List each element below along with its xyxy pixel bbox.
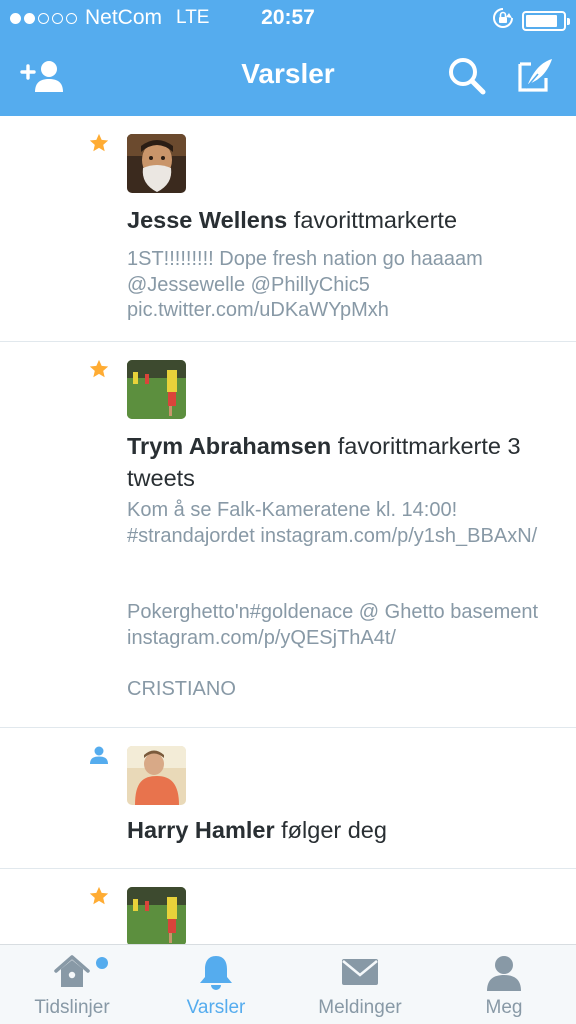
tab-label: Meldinger <box>318 997 402 1018</box>
notification-item[interactable]: Trym Abrahamsen favorittmarkerte 3 tweet… <box>0 342 576 728</box>
avatar[interactable] <box>127 134 186 193</box>
tab-messages[interactable]: Meldinger <box>288 945 432 1024</box>
star-icon <box>88 885 110 907</box>
unread-dot <box>96 957 108 969</box>
star-icon <box>88 358 110 380</box>
user-name[interactable]: Trym Abrahamsen <box>127 433 331 459</box>
tab-label: Varsler <box>186 997 246 1018</box>
tab-label: Tidslinjer <box>34 997 110 1018</box>
avatar[interactable] <box>127 360 186 419</box>
notifications-list[interactable]: Jesse Wellens favorittmarkerte 1ST!!!!!!… <box>0 116 576 944</box>
search-icon[interactable] <box>442 54 492 98</box>
tab-notifications[interactable]: Varsler <box>144 945 288 1024</box>
battery-icon <box>522 10 570 31</box>
notification-item[interactable] <box>0 869 576 944</box>
notification-item[interactable]: Jesse Wellens favorittmarkerte 1ST!!!!!!… <box>0 116 576 342</box>
tweet-text[interactable]: CRISTIANO <box>127 677 556 703</box>
nav-bar: Varsler <box>0 38 576 116</box>
home-icon <box>50 953 94 993</box>
user-name[interactable]: Harry Hamler <box>127 817 275 843</box>
notification-headline: Harry Hamler følger deg <box>127 814 552 846</box>
tweet-text[interactable]: Pokerghetto'n#goldenace @ Ghetto basemen… <box>127 600 556 651</box>
tab-timelines[interactable]: Tidslinjer <box>0 945 144 1024</box>
notification-action: favorittmarkerte <box>293 207 458 233</box>
notification-action: følger deg <box>281 817 387 843</box>
bell-icon <box>194 953 238 993</box>
notification-headline: Trym Abrahamsen favorittmarkerte 3 tweet… <box>127 430 552 494</box>
tweet-text[interactable]: 1ST!!!!!!!!! Dope fresh nation go haaaam… <box>127 247 556 324</box>
tab-label: Meg <box>485 997 523 1018</box>
envelope-icon <box>338 953 382 993</box>
compose-icon[interactable] <box>510 54 560 98</box>
status-right <box>492 7 570 34</box>
user-name[interactable]: Jesse Wellens <box>127 207 287 233</box>
tab-bar: Tidslinjer Varsler Meldinger Meg <box>0 944 576 1024</box>
star-icon <box>88 132 110 154</box>
notification-headline: Jesse Wellens favorittmarkerte <box>127 204 552 236</box>
tab-me[interactable]: Meg <box>432 945 576 1024</box>
rotation-lock-icon <box>492 7 514 34</box>
status-bar: NetCom LTE 20:57 <box>0 0 576 38</box>
notification-item[interactable]: Harry Hamler følger deg <box>0 728 576 869</box>
avatar[interactable] <box>127 746 186 805</box>
status-time: 20:57 <box>261 6 315 29</box>
tweet-text[interactable]: Kom å se Falk-Kameratene kl. 14:00! #str… <box>127 498 556 549</box>
person-icon <box>88 744 110 766</box>
person-icon <box>482 953 526 993</box>
avatar[interactable] <box>127 887 186 944</box>
